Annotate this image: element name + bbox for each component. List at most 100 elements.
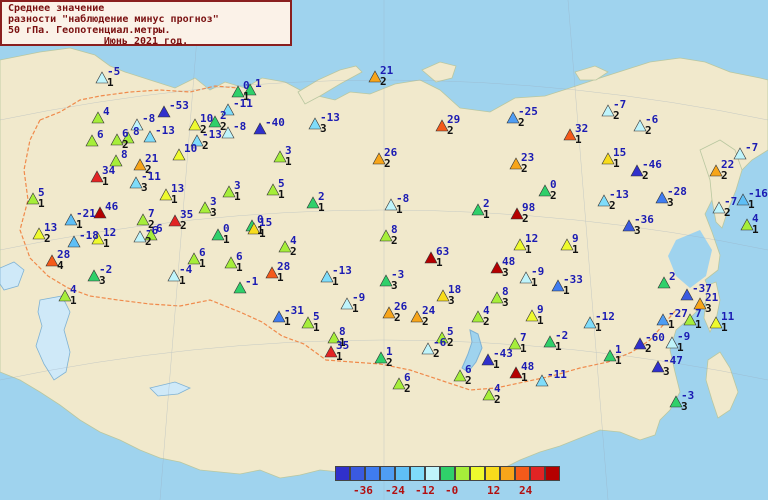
station-count: 1 [695, 318, 702, 331]
station-count: 2 [518, 116, 525, 129]
station-value: -8 [142, 112, 156, 125]
station-value: 8 [133, 125, 140, 138]
station-count: 1 [752, 223, 759, 236]
legend-ticks: -36 -24 -12 -0 12 24 [335, 485, 575, 497]
station-count: 1 [336, 350, 343, 363]
legend-tick-label: -36 [353, 484, 373, 497]
station-count: 2 [391, 234, 398, 247]
station-count: 1 [572, 243, 579, 256]
legend-swatch [440, 466, 455, 481]
station-value: -18 [79, 229, 99, 242]
station-count: 1 [483, 208, 490, 221]
station-count: 1 [313, 321, 320, 334]
station-count: 1 [278, 188, 285, 201]
legend-tick-label: -0 [445, 484, 459, 497]
station-count: 3 [448, 294, 455, 307]
title-line-3: 50 гПа. Геопотенциал.метры. [8, 25, 171, 36]
station-count: 1 [520, 342, 527, 355]
station-count: 1 [396, 203, 403, 216]
title-line-4: Июнь 2021 год. [103, 36, 189, 47]
station-count: 1 [721, 321, 728, 334]
title-line-2: разности "наблюдение минус прогноз" [8, 14, 219, 25]
station-count: 3 [502, 296, 509, 309]
station-count: 2 [642, 169, 649, 182]
station-value: 6 [156, 222, 163, 235]
station-count: 2 [386, 356, 393, 369]
station-count: 1 [285, 155, 292, 168]
station-count: 2 [384, 157, 391, 170]
station-value: 6 [97, 128, 104, 141]
station-value: 8 [121, 148, 128, 161]
station-value: 46 [105, 200, 119, 213]
legend-swatch [335, 466, 350, 481]
station-count: 3 [502, 266, 509, 279]
legend-color-bar [335, 466, 560, 481]
station-count: 1 [521, 371, 528, 384]
station-count: 2 [180, 219, 187, 232]
station-count: 2 [394, 311, 401, 324]
station-value: -1 [245, 275, 259, 288]
station-count: 1 [748, 198, 755, 211]
station-count: 2 [550, 189, 557, 202]
station-count: 2 [422, 315, 429, 328]
map-title-box: Среднее значение разности "наблюдение ми… [0, 0, 292, 47]
station-count: 1 [259, 227, 266, 240]
station-value: -40 [265, 116, 285, 129]
legend-swatch [380, 466, 395, 481]
station-count: 2 [447, 336, 454, 349]
station-count: 1 [234, 190, 241, 203]
color-legend: -36 -24 -12 -0 12 24 [335, 466, 560, 496]
station-count: 1 [531, 276, 538, 289]
station-count: 1 [236, 261, 243, 274]
legend-tick-label: 24 [519, 484, 533, 497]
station-value: -11 [233, 97, 253, 110]
station-count: 2 [433, 347, 440, 360]
station-value: -7 [745, 141, 759, 154]
legend-swatch [410, 466, 425, 481]
station-count: 1 [563, 284, 570, 297]
station-count: 2 [404, 382, 411, 395]
station-count: 2 [380, 75, 387, 88]
legend-swatch [545, 466, 560, 481]
station-count: 2 [645, 124, 652, 137]
station-count: 2 [494, 393, 501, 406]
title-line-1: Среднее значение [8, 3, 105, 14]
station-count: 1 [199, 257, 206, 270]
station-count: 1 [284, 315, 291, 328]
station-count: 1 [102, 175, 109, 188]
station-count: 2 [483, 315, 490, 328]
legend-tick-label: -12 [415, 484, 435, 497]
station-count: 1 [537, 314, 544, 327]
station-value: 10 [184, 142, 198, 155]
station-count: 3 [634, 224, 641, 237]
legend-swatch [500, 466, 515, 481]
station-count: 1 [107, 76, 114, 89]
station-count: 2 [465, 374, 472, 387]
legend-swatch [530, 466, 545, 481]
station-count: 2 [145, 235, 152, 248]
station-count: 2 [724, 206, 731, 219]
station-count: 1 [493, 358, 500, 371]
station-value: 1 [255, 77, 262, 90]
station-count: 2 [521, 162, 528, 175]
station-count: 2 [613, 109, 620, 122]
station-count: 4 [57, 259, 64, 272]
station-count: 1 [613, 157, 620, 170]
station-count: 1 [171, 193, 178, 206]
station-count: 1 [668, 318, 675, 331]
station-count: 2 [721, 169, 728, 182]
station-count: 3 [391, 279, 398, 292]
legend-swatch [365, 466, 380, 481]
station-count: 1 [575, 133, 582, 146]
station-count: 1 [525, 243, 532, 256]
station-value: 2 [669, 270, 676, 283]
station-count: 2 [447, 124, 454, 137]
station-count: 1 [38, 197, 45, 210]
station-count: 3 [681, 400, 688, 413]
station-count: 1 [677, 341, 684, 354]
station-count: 1 [615, 354, 622, 367]
station-value: -53 [169, 99, 189, 112]
station-count: 2 [44, 232, 51, 245]
station-count: 3 [99, 274, 106, 287]
station-count: 1 [436, 256, 443, 269]
